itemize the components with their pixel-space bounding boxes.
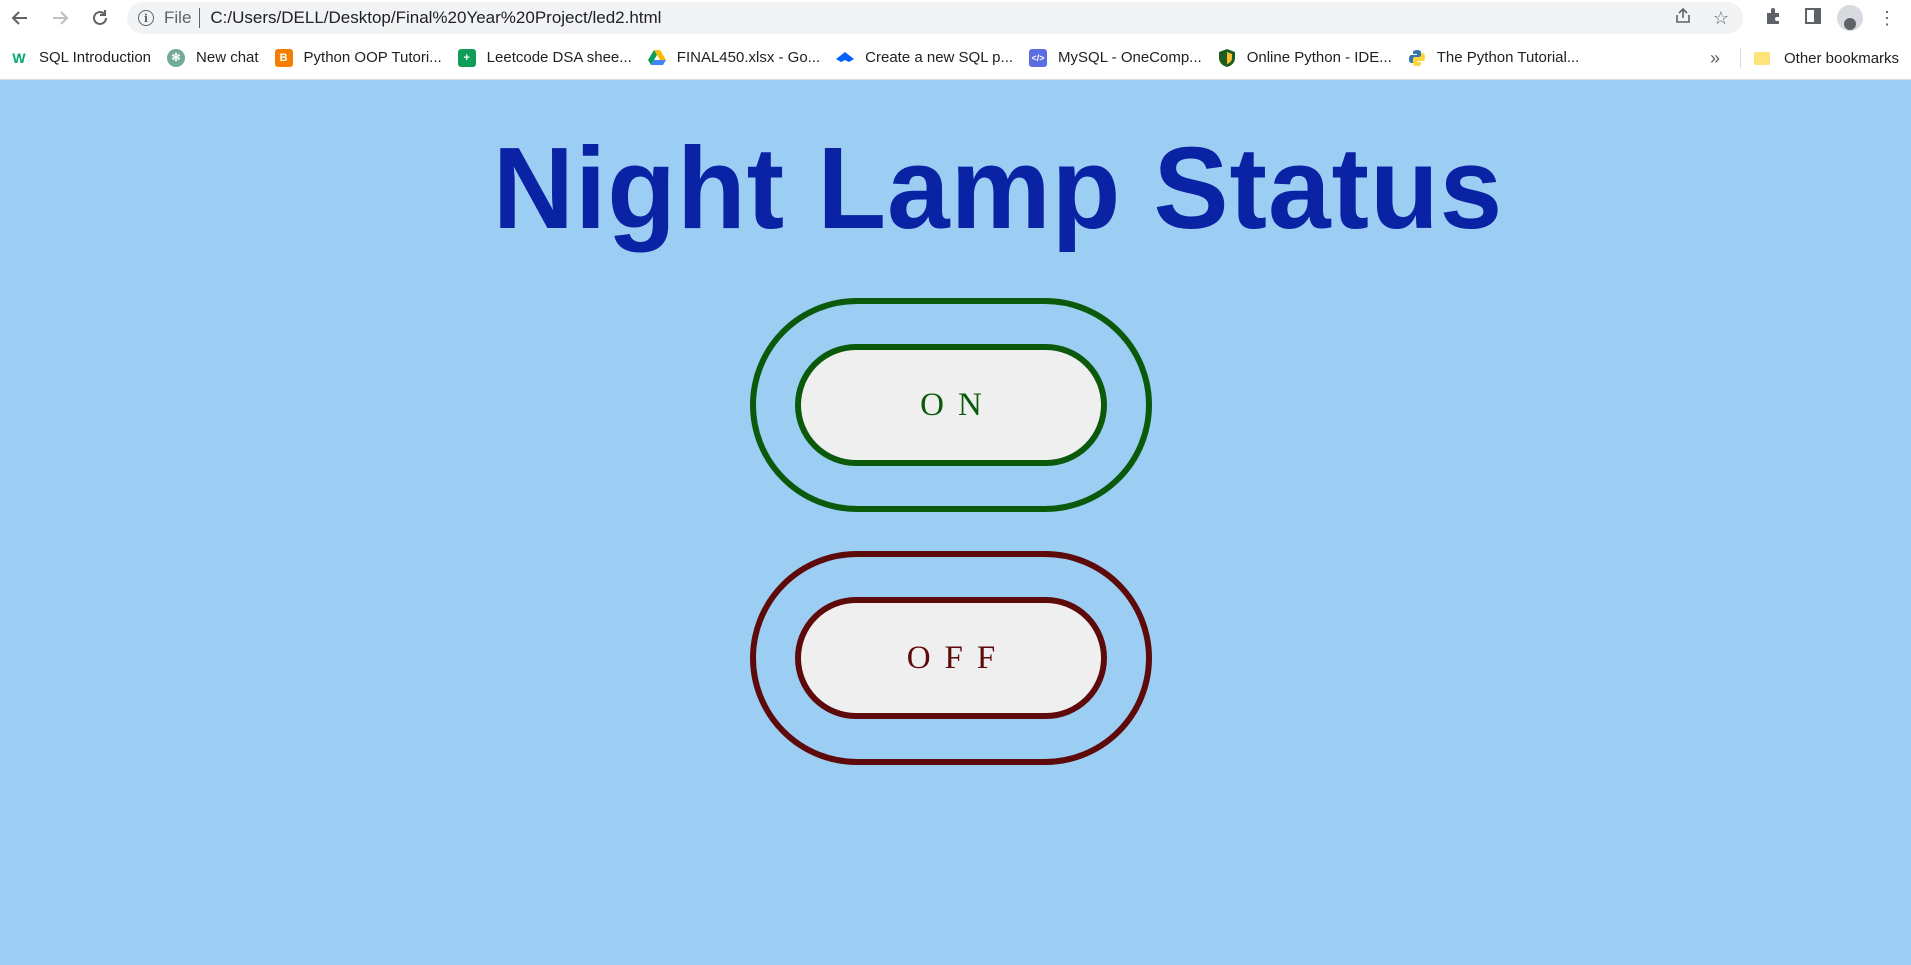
share-icon[interactable] <box>1671 7 1695 30</box>
blogger-icon: B <box>274 48 293 67</box>
reload-button[interactable] <box>80 0 120 36</box>
bookmark-python-oop[interactable]: B Python OOP Tutori... <box>274 48 442 67</box>
bookmark-python-tutorial[interactable]: The Python Tutorial... <box>1408 49 1579 67</box>
back-button[interactable] <box>0 0 40 36</box>
reload-icon <box>93 10 107 25</box>
info-icon[interactable]: i <box>138 10 154 26</box>
shield-icon <box>1218 48 1236 67</box>
bookmark-leetcode-dsa[interactable]: + Leetcode DSA shee... <box>457 48 632 67</box>
bookmark-sql-introduction[interactable]: W SQL Introduction <box>10 48 151 67</box>
python-icon <box>1408 49 1426 67</box>
bookmark-online-python[interactable]: Online Python - IDE... <box>1218 48 1392 67</box>
arrow-right-icon <box>53 11 69 25</box>
dropbox-icon <box>836 49 855 67</box>
bookmarks-divider <box>1740 48 1741 68</box>
page-title: Night Lamp Status <box>492 123 1504 253</box>
bookmark-mysql-onecompiler[interactable]: </> MySQL - OneComp... <box>1029 48 1202 67</box>
other-bookmarks-folder[interactable]: Other bookmarks <box>1752 36 1899 80</box>
browser-toolbar: i File C:/Users/DELL/Desktop/Final%20Yea… <box>0 0 1911 36</box>
menu-kebab-icon[interactable]: ⋮ <box>1871 8 1903 29</box>
star-icon[interactable]: ☆ <box>1709 8 1733 29</box>
drive-icon <box>647 49 666 67</box>
code-icon: </> <box>1029 48 1048 67</box>
off-button-ring: OFF <box>750 551 1152 765</box>
bookmarks-bar: W SQL Introduction ✻ New chat B Python O… <box>0 36 1911 80</box>
url-text[interactable]: C:/Users/DELL/Desktop/Final%20Year%20Pro… <box>210 8 661 28</box>
extensions-icon[interactable] <box>1757 7 1789 30</box>
bookmark-create-sql[interactable]: Create a new SQL p... <box>836 49 1013 67</box>
scheme-label: File <box>164 8 192 27</box>
address-separator <box>199 8 201 28</box>
arrow-left-icon <box>11 11 27 25</box>
bookmarks-overflow-button[interactable]: » <box>1710 36 1720 80</box>
off-button[interactable]: OFF <box>795 597 1107 719</box>
profile-avatar-icon[interactable] <box>1837 5 1863 31</box>
address-bar[interactable]: i File C:/Users/DELL/Desktop/Final%20Yea… <box>127 2 1743 34</box>
forward-button[interactable] <box>40 0 80 36</box>
side-panel-icon[interactable] <box>1797 7 1829 30</box>
w3schools-icon: W <box>10 48 28 67</box>
bookmark-final450[interactable]: FINAL450.xlsx - Go... <box>647 49 820 67</box>
sheets-icon: + <box>457 48 476 67</box>
on-button-ring: ON <box>750 298 1152 512</box>
bookmark-new-chat[interactable]: ✻ New chat <box>167 48 259 67</box>
on-button[interactable]: ON <box>795 344 1107 466</box>
folder-icon <box>1754 51 1770 65</box>
chatgpt-icon: ✻ <box>167 48 186 67</box>
